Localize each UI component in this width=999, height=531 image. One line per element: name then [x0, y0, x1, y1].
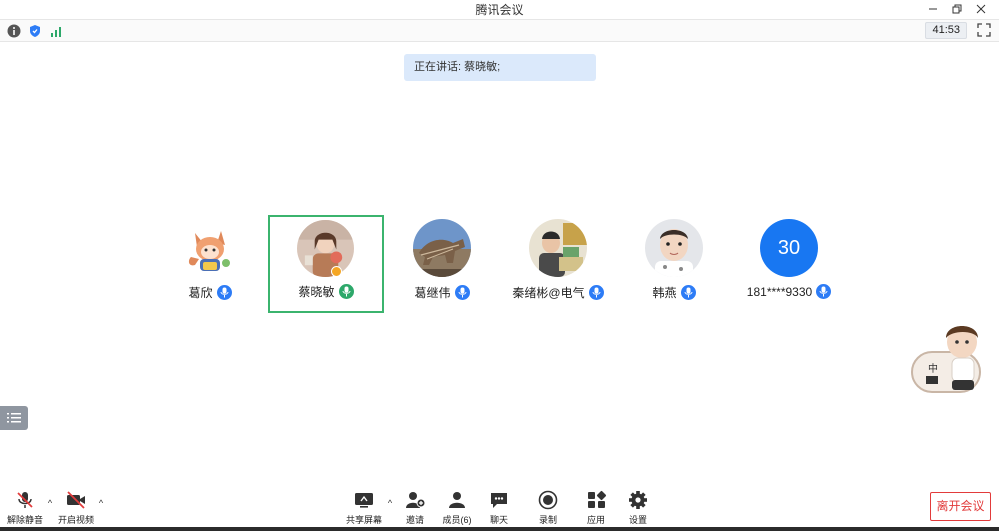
participant-tile[interactable]: 韩燕 — [616, 215, 732, 313]
child-photo-avatar — [529, 219, 587, 277]
signal-strength-icon[interactable] — [48, 23, 63, 38]
initials-avatar: 30 — [760, 219, 818, 277]
members-label: 成员(6) — [442, 515, 472, 525]
unmute-label: 解除静音 — [6, 515, 43, 525]
meeting-window: 腾讯会议 41:53 正在讲话: 蔡晓敏; 葛欣 蔡晓敏 葛继伟 秦绪彬@电气 … — [0, 0, 999, 531]
avatar-initials: 30 — [777, 236, 801, 259]
speaking-indicator: 正在讲话: 蔡晓敏; — [404, 54, 596, 81]
security-shield-icon[interactable] — [27, 23, 42, 38]
photo-avatar — [297, 220, 354, 277]
close-icon — [976, 4, 986, 14]
participant-name: 181****9330 — [746, 284, 813, 299]
settings-button[interactable]: 设置 — [615, 490, 661, 528]
video-options-chevron-up-icon[interactable]: ^ — [96, 498, 106, 508]
gear-icon — [627, 490, 649, 510]
chat-icon — [488, 490, 510, 510]
chat-button[interactable]: 聊天 — [476, 490, 522, 528]
participant-tile[interactable]: 30 181****9330 — [731, 215, 847, 313]
mic-muted-icon — [14, 490, 36, 510]
participant-name: 韩燕 — [652, 286, 677, 300]
mic-speaking-icon[interactable] — [338, 284, 354, 299]
share-screen-button[interactable]: 共享屏幕 — [341, 490, 387, 528]
participant-name: 葛继伟 — [414, 286, 451, 300]
apps-button[interactable]: 应用 — [573, 490, 619, 528]
start-video-label: 开启视频 — [57, 515, 94, 525]
participant-list-toggle[interactable] — [0, 406, 28, 430]
participant-tile[interactable]: 秦绪彬@电气 — [500, 215, 616, 313]
cartoon-fox-avatar — [181, 219, 239, 277]
meeting-timer: 41:53 — [925, 22, 967, 39]
invite-label: 邀请 — [405, 515, 424, 525]
record-button[interactable]: 录制 — [525, 490, 571, 528]
settings-label: 设置 — [628, 515, 647, 525]
leave-meeting-button[interactable]: 离开会议 — [930, 492, 991, 521]
chat-label: 聊天 — [489, 515, 508, 525]
participant-name: 葛欣 — [188, 286, 213, 300]
invite-button[interactable]: 邀请 — [392, 490, 438, 528]
dinosaur-photo-avatar — [413, 219, 471, 277]
mic-icon[interactable] — [816, 284, 832, 299]
close-button[interactable] — [969, 0, 993, 18]
participant-tile[interactable]: 葛欣 — [152, 215, 268, 313]
restore-button[interactable] — [945, 0, 969, 18]
unmute-button[interactable]: 解除静音 — [2, 490, 48, 528]
minimize-icon — [929, 8, 937, 10]
window-controls — [921, 0, 993, 18]
share-screen-icon — [353, 490, 375, 510]
participant-tile[interactable]: 葛继伟 — [384, 215, 500, 313]
mic-icon[interactable] — [216, 285, 232, 300]
meeting-info-bar: 41:53 — [0, 19, 999, 42]
meeting-toolbar: 解除静音 ^ 开启视频 ^ 共享屏幕 ^ 邀请 成员(6) 聊天 录制 应用 设… — [0, 486, 999, 531]
participant-name: 蔡晓敏 — [298, 285, 335, 299]
minimize-button[interactable] — [921, 0, 945, 18]
participant-name: 秦绪彬@电气 — [512, 286, 585, 300]
members-button[interactable]: 成员(6) — [434, 490, 480, 528]
title-bar: 腾讯会议 — [0, 0, 999, 18]
members-icon — [446, 490, 468, 510]
add-user-icon — [404, 490, 426, 510]
fullscreen-icon[interactable] — [977, 23, 992, 38]
floating-assistant-widget[interactable]: 中 — [910, 320, 992, 398]
list-icon — [7, 413, 21, 423]
mic-icon[interactable] — [454, 285, 470, 300]
bottom-edge-strip — [0, 527, 999, 531]
assistant-label: 中 — [928, 364, 938, 375]
apps-label: 应用 — [586, 515, 605, 525]
mic-icon[interactable] — [680, 285, 696, 300]
video-off-icon — [65, 490, 87, 510]
info-icon[interactable] — [6, 23, 21, 38]
participant-gallery: 葛欣 蔡晓敏 葛继伟 秦绪彬@电气 韩燕 30 181****9330 — [0, 215, 999, 315]
share-screen-label: 共享屏幕 — [345, 515, 382, 525]
record-icon — [537, 490, 559, 510]
mic-icon[interactable] — [588, 285, 604, 300]
record-label: 录制 — [538, 515, 557, 525]
apps-grid-icon — [585, 490, 607, 510]
start-video-button[interactable]: 开启视频 — [53, 490, 99, 528]
host-badge-icon — [331, 266, 342, 277]
restore-icon — [952, 4, 962, 14]
participant-tile-active-speaker[interactable]: 蔡晓敏 — [268, 215, 384, 313]
baby-photo-avatar — [645, 219, 703, 277]
window-title: 腾讯会议 — [475, 3, 524, 17]
